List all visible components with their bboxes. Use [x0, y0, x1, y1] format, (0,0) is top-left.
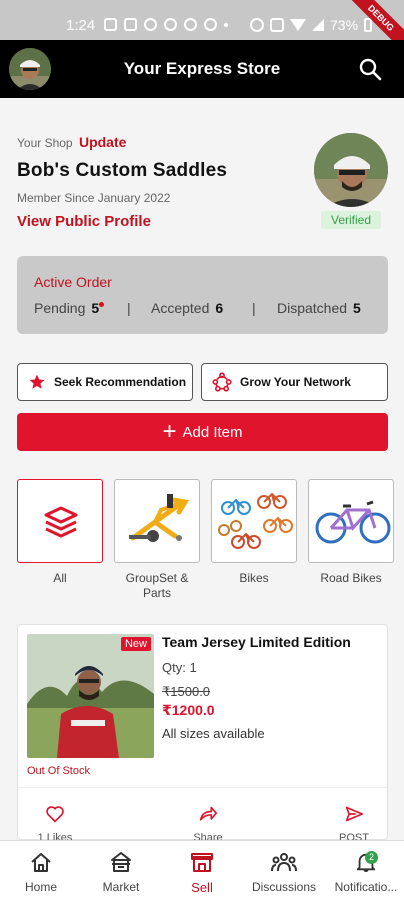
- category-label-bikes: Bikes: [239, 571, 269, 585]
- nav-sell[interactable]: Sell: [172, 841, 232, 900]
- product-quantity: Qty: 1: [162, 660, 197, 675]
- category-groupset-parts[interactable]: [114, 479, 200, 563]
- update-shop-link[interactable]: Update: [79, 134, 126, 150]
- status-notification-icons: [104, 18, 228, 31]
- send-icon: [324, 805, 384, 826]
- product-card[interactable]: New Out Of Stock Team Jersey Limited Edi…: [17, 624, 388, 844]
- road-bike-icon: [309, 500, 393, 562]
- product-image[interactable]: New: [27, 634, 154, 758]
- share-icon: [178, 805, 238, 826]
- nav-market[interactable]: Market: [91, 841, 151, 900]
- people-icon: [248, 851, 320, 876]
- signal-icon: [312, 19, 324, 31]
- message-icon: [124, 18, 137, 31]
- app-icon: [184, 18, 197, 31]
- nav-sell-label: Sell: [191, 880, 213, 895]
- nav-discussions[interactable]: Discussions: [248, 841, 320, 900]
- notification-count-badge: 2: [365, 851, 378, 864]
- shop-label: Your Shop Update: [17, 134, 126, 150]
- post-button[interactable]: POST: [324, 805, 384, 844]
- seek-recommendation-button[interactable]: Seek Recommendation: [17, 363, 193, 401]
- market-icon: [91, 851, 151, 876]
- app-icon: [204, 18, 217, 31]
- pending-label: Pending: [34, 300, 86, 316]
- more-dot-icon: [224, 23, 228, 27]
- category-road-bikes[interactable]: [308, 479, 394, 563]
- layers-icon: [18, 506, 102, 562]
- member-since: Member Since January 2022: [17, 191, 171, 205]
- nav-market-label: Market: [102, 880, 140, 894]
- product-old-price: ₹1500.0: [162, 684, 211, 699]
- dispatched-count: 5: [353, 300, 361, 316]
- category-label-all: All: [53, 571, 67, 585]
- data-icon: [270, 18, 284, 32]
- new-badge: New: [120, 637, 151, 651]
- order-separator: |: [252, 300, 256, 316]
- card-divider: [18, 787, 387, 788]
- heart-icon: [25, 805, 85, 826]
- your-shop-label: Your Shop: [17, 136, 73, 150]
- bikes-icon: [212, 492, 296, 562]
- pending-count: 5: [91, 300, 100, 316]
- network-icon: [212, 372, 232, 392]
- category-label-groupset: GroupSet & Parts: [125, 571, 189, 600]
- shop-avatar: [314, 133, 388, 207]
- nav-notifications-label: Notificatio...: [334, 880, 398, 894]
- battery-percent: 73%: [330, 17, 359, 33]
- add-item-button[interactable]: + Add Item: [17, 413, 388, 451]
- alarm-icon: [250, 18, 264, 32]
- category-label-road-bikes: Road Bikes: [320, 571, 382, 585]
- product-title[interactable]: Team Jersey Limited Edition: [162, 634, 351, 650]
- dispatched-orders[interactable]: Dispatched 5: [277, 300, 361, 316]
- order-separator: |: [127, 300, 131, 316]
- grow-network-button[interactable]: Grow Your Network: [201, 363, 388, 401]
- nav-home[interactable]: Home: [11, 841, 71, 900]
- like-button[interactable]: 1 Likes: [25, 805, 85, 844]
- status-system-icons: 73%: [250, 17, 373, 33]
- product-sizes: All sizes available: [162, 726, 265, 741]
- whatsapp-icon: [144, 18, 157, 31]
- out-of-stock-label: Out Of Stock: [27, 765, 90, 777]
- store-icon: [172, 851, 232, 876]
- add-item-label: Add Item: [182, 423, 243, 441]
- dispatched-label: Dispatched: [277, 300, 348, 316]
- wifi-icon: [290, 19, 306, 31]
- status-time: 1:24: [66, 17, 96, 34]
- category-all[interactable]: [17, 479, 103, 563]
- frame-icon: [115, 494, 199, 562]
- verified-badge: Verified: [321, 211, 381, 229]
- telegram-icon: [164, 18, 177, 31]
- app-title: Your Express Store: [123, 59, 281, 78]
- accepted-orders[interactable]: Accepted 6: [151, 300, 223, 316]
- nav-home-label: Home: [24, 880, 57, 894]
- accepted-label: Accepted: [151, 300, 210, 316]
- plus-icon: +: [162, 418, 177, 445]
- bottom-navigation: Home Market Sell Discussions 2 Notificat…: [0, 840, 404, 900]
- status-bar: 1:24 73% DEBUG: [0, 0, 404, 56]
- nav-notifications[interactable]: 2 Notificatio...: [328, 841, 404, 900]
- pending-orders[interactable]: Pending 5: [34, 300, 105, 316]
- search-icon[interactable]: [358, 57, 382, 81]
- seek-recommendation-label: Seek Recommendation: [54, 375, 187, 389]
- home-icon: [11, 851, 71, 876]
- gallery-icon: [104, 18, 117, 31]
- nav-discussions-label: Discussions: [251, 880, 317, 894]
- product-price: ₹1200.0: [162, 702, 215, 718]
- grow-network-label: Grow Your Network: [240, 375, 351, 389]
- shop-name: Bob's Custom Saddles: [17, 160, 228, 181]
- star-icon: [28, 373, 46, 391]
- app-bar: Your Express Store: [0, 40, 404, 98]
- category-bikes[interactable]: [211, 479, 297, 563]
- active-order-panel[interactable]: Active Order Pending 5 | Accepted 6 | Disp…: [17, 256, 388, 334]
- accepted-count: 6: [215, 300, 224, 316]
- view-public-profile-link[interactable]: View Public Profile: [17, 213, 151, 230]
- active-order-title: Active Order: [34, 274, 112, 290]
- new-indicator-dot: [99, 302, 105, 307]
- share-button[interactable]: Share: [178, 805, 238, 844]
